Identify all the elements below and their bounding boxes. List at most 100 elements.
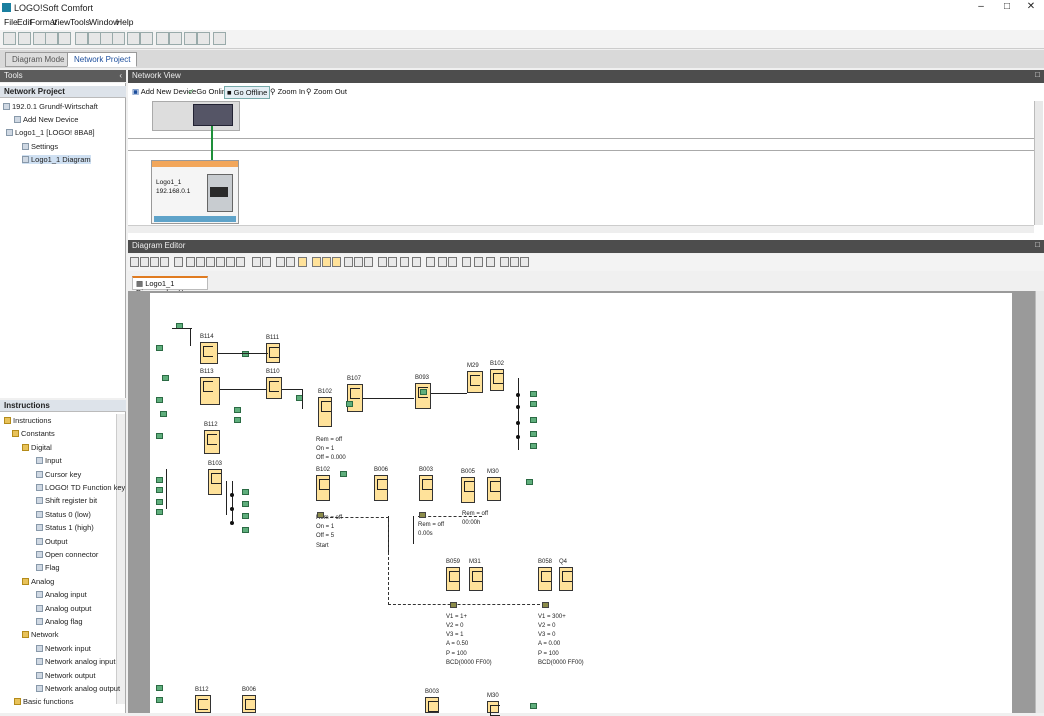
parameter-icon[interactable] <box>412 257 421 267</box>
tree-item-add-device[interactable]: Add New Device <box>14 115 78 124</box>
function-block[interactable] <box>318 397 332 427</box>
logo-device[interactable]: Logo1_1 192.168.0.1 <box>151 160 239 224</box>
space-icon[interactable] <box>206 257 215 267</box>
tree-item-network[interactable]: 192.0.1 Grundf-Wirtschaft <box>3 102 98 111</box>
function-block[interactable] <box>242 695 256 713</box>
zoom-in-icon[interactable] <box>364 257 373 267</box>
function-block[interactable] <box>374 475 388 501</box>
instruction-item[interactable]: Analog output <box>36 604 91 613</box>
block-icon[interactable] <box>298 257 307 267</box>
function-block[interactable] <box>487 477 501 501</box>
go-offline-button[interactable]: ■ Go Offline <box>224 86 271 99</box>
new-icon[interactable] <box>3 32 16 45</box>
show-icon[interactable] <box>462 257 471 267</box>
instruction-item[interactable]: Basic functions <box>14 697 73 706</box>
instruction-item[interactable]: Network output <box>36 671 95 680</box>
save-icon[interactable] <box>45 32 58 45</box>
menu-file[interactable]: File <box>4 17 18 27</box>
route-icon[interactable] <box>252 257 261 267</box>
function-block[interactable] <box>208 469 222 495</box>
tree-item-settings[interactable]: Settings <box>22 142 58 151</box>
tree-item-logo-device[interactable]: Logo1_1 [LOGO! 8BA8] <box>6 128 95 137</box>
instruction-item[interactable]: Digital <box>22 443 52 452</box>
logo-to-pc-icon[interactable] <box>169 32 182 45</box>
function-block[interactable] <box>461 477 475 503</box>
instruction-item[interactable]: Output <box>36 537 68 546</box>
instruction-item[interactable]: Analog <box>22 577 54 586</box>
tree-item-diagram[interactable]: Logo1_1 Diagram <box>22 155 91 164</box>
close-button[interactable]: ✕ <box>1018 1 1044 15</box>
undo-icon[interactable] <box>127 32 140 45</box>
function-block[interactable] <box>419 475 433 501</box>
check-icon[interactable] <box>438 257 447 267</box>
align-horizontal-icon[interactable] <box>196 257 205 267</box>
instruction-item[interactable]: Flag <box>36 563 60 572</box>
grid-icon[interactable] <box>400 257 409 267</box>
instruction-item[interactable]: Status 1 (high) <box>36 523 94 532</box>
maximize-button[interactable]: □ <box>994 1 1020 15</box>
cut-connection-icon[interactable] <box>236 257 245 267</box>
zoom-in-button[interactable]: ⚲ Zoom In <box>268 86 307 99</box>
split-icon[interactable] <box>174 257 183 267</box>
function-block[interactable] <box>316 475 330 501</box>
new-project-icon[interactable] <box>18 32 31 45</box>
instruction-item[interactable]: Network <box>22 630 59 639</box>
network-hscrollbar[interactable] <box>128 225 1034 233</box>
info-icon[interactable] <box>426 257 435 267</box>
instruction-item[interactable]: Instructions <box>4 416 51 425</box>
diagram-scrollbar[interactable] <box>1035 291 1044 713</box>
show-icon[interactable] <box>448 257 457 267</box>
pencil-icon[interactable] <box>388 257 397 267</box>
cut-icon[interactable] <box>75 32 88 45</box>
remove-icon[interactable] <box>226 257 235 267</box>
network-scrollbar[interactable] <box>1034 101 1043 225</box>
instructions-scrollbar[interactable] <box>116 414 125 704</box>
function-block[interactable] <box>200 377 220 405</box>
help-pointer-icon[interactable] <box>213 32 226 45</box>
page-icon[interactable] <box>354 257 363 267</box>
table-icon[interactable] <box>500 257 509 267</box>
instruction-item[interactable]: Status 0 (low) <box>36 510 91 519</box>
function-block[interactable] <box>490 369 504 391</box>
delete-icon[interactable] <box>112 32 125 45</box>
connect-tool-icon[interactable] <box>140 257 149 267</box>
page-icon[interactable] <box>344 257 353 267</box>
collapse-icon[interactable] <box>520 257 529 267</box>
pc-to-logo-icon[interactable] <box>156 32 169 45</box>
instruction-item[interactable]: Analog input <box>36 590 87 599</box>
function-block[interactable] <box>266 343 280 363</box>
function-block[interactable] <box>469 567 483 591</box>
function-block[interactable] <box>204 430 220 454</box>
redo-icon[interactable] <box>276 257 285 267</box>
function-block[interactable] <box>487 701 500 716</box>
function-block[interactable] <box>446 567 460 591</box>
zoom-out-icon[interactable] <box>378 257 387 267</box>
menu-tools[interactable]: Tools <box>70 17 90 27</box>
simulation-icon[interactable] <box>184 32 197 45</box>
text-tool-icon[interactable] <box>160 257 169 267</box>
function-block[interactable] <box>425 697 439 713</box>
instruction-item[interactable]: Network analog input <box>36 657 115 666</box>
instruction-item[interactable]: Network analog output <box>36 684 120 693</box>
undo-icon[interactable] <box>262 257 271 267</box>
page-icon[interactable] <box>332 257 341 267</box>
instruction-item[interactable]: Analog flag <box>36 617 83 626</box>
function-block[interactable] <box>559 567 573 591</box>
instruction-item[interactable]: Constants <box>12 429 55 438</box>
instruction-item[interactable]: LOGO! TD Function key <box>36 483 125 492</box>
menu-window[interactable]: Window <box>89 17 119 27</box>
move-icon[interactable] <box>486 257 495 267</box>
menu-help[interactable]: Help <box>116 17 133 27</box>
online-test-icon[interactable] <box>197 32 210 45</box>
align-vertical-icon[interactable] <box>186 257 195 267</box>
instruction-item[interactable]: Network input <box>36 644 91 653</box>
instruction-item[interactable]: Open connector <box>36 550 98 559</box>
constants-icon[interactable] <box>150 257 159 267</box>
diagram-document-tab[interactable]: ▦ Logo1_1 Diagram.lsc ✕ <box>132 276 208 297</box>
block-icon[interactable] <box>322 257 331 267</box>
function-block[interactable] <box>415 383 431 409</box>
function-block[interactable] <box>200 342 218 364</box>
diagram-canvas[interactable]: B114 B111 B113 B110 B112 B103 B102 B107 B093 M29 B… <box>150 293 1012 716</box>
print-icon[interactable] <box>58 32 71 45</box>
tab-diagram-mode[interactable]: Diagram Mode <box>5 52 72 67</box>
